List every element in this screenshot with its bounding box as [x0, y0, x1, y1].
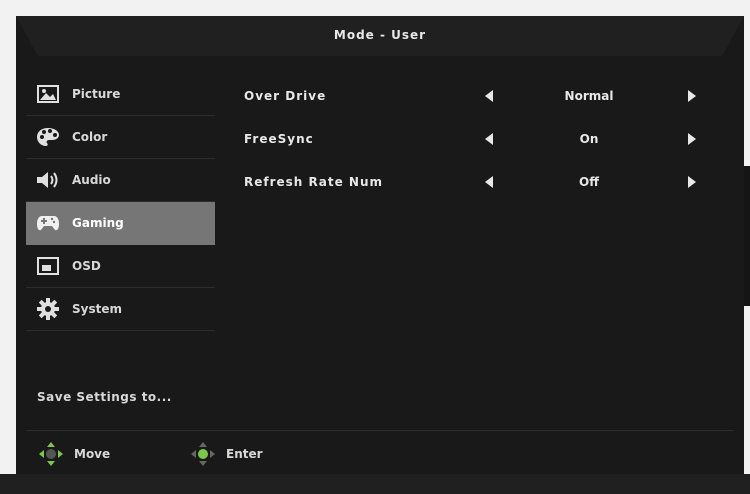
setting-label: Refresh Rate Num: [244, 175, 383, 189]
gear-icon: [36, 298, 60, 320]
setting-row-refresh-rate-num[interactable]: Refresh Rate Num Off: [244, 173, 704, 193]
palette-icon: [36, 126, 60, 148]
arrow-left-icon[interactable]: [485, 133, 493, 148]
sidebar-item-system[interactable]: System: [26, 288, 215, 331]
sidebar-item-picture[interactable]: Picture: [26, 73, 215, 116]
footer-enter-label: Enter: [226, 447, 263, 461]
osd-menu: Mode - User Picture Color Audio Gaming O…: [16, 16, 744, 474]
sidebar-item-label: Gaming: [72, 216, 124, 230]
sidebar-item-label: System: [72, 302, 122, 316]
setting-value: On: [579, 132, 599, 146]
footer-enter-hint: Enter: [190, 441, 263, 467]
screen-bezel-right: [744, 166, 750, 306]
sidebar-item-label: Color: [72, 130, 108, 144]
arrow-right-icon[interactable]: [688, 90, 696, 105]
setting-label: FreeSync: [244, 132, 314, 146]
footer-move-hint: Move: [38, 441, 110, 467]
sidebar-item-gaming[interactable]: Gaming: [26, 202, 215, 245]
sidebar-item-label: OSD: [72, 259, 101, 273]
move-dpad-icon: [39, 442, 63, 466]
setting-row-freesync[interactable]: FreeSync On: [244, 130, 704, 150]
sidebar-item-label: Audio: [72, 173, 111, 187]
setting-value: Off: [579, 175, 599, 189]
footer-divider: [26, 430, 734, 431]
sidebar: Picture Color Audio Gaming OSD System: [26, 73, 215, 331]
page-title: Mode - User: [333, 28, 427, 42]
speaker-icon: [36, 169, 60, 191]
footer-move-label: Move: [74, 447, 111, 461]
picture-icon: [36, 83, 60, 105]
setting-value: Normal: [564, 89, 614, 103]
arrow-left-icon[interactable]: [485, 176, 493, 191]
screen-bezel-bottom: [0, 474, 750, 494]
sidebar-item-color[interactable]: Color: [26, 116, 215, 159]
sidebar-item-label: Picture: [72, 87, 121, 101]
sidebar-item-audio[interactable]: Audio: [26, 159, 215, 202]
arrow-right-icon[interactable]: [688, 176, 696, 191]
setting-label: Over Drive: [244, 89, 327, 103]
setting-row-over-drive[interactable]: Over Drive Normal: [244, 87, 704, 107]
sidebar-item-osd[interactable]: OSD: [26, 245, 215, 288]
arrow-right-icon[interactable]: [688, 133, 696, 148]
gamepad-icon: [36, 212, 60, 234]
save-settings-button[interactable]: Save Settings to...: [37, 390, 172, 404]
enter-dpad-icon: [191, 442, 215, 466]
arrow-left-icon[interactable]: [485, 90, 493, 105]
osd-icon: [36, 255, 60, 277]
